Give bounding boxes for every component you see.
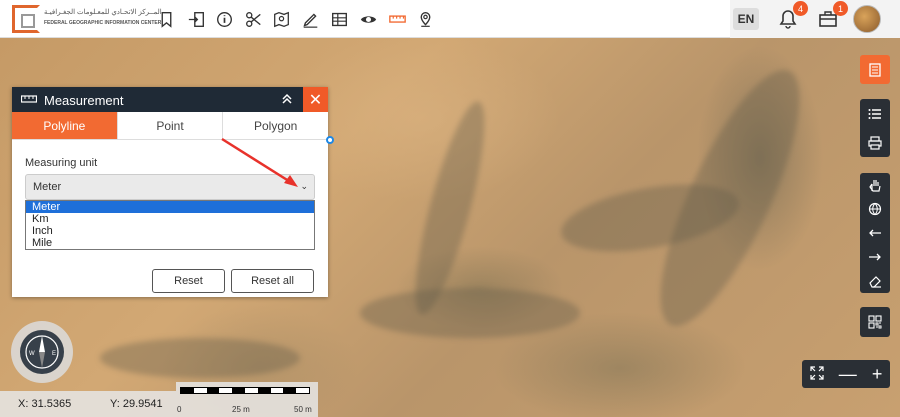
tab-polyline[interactable]: Polyline xyxy=(12,112,118,139)
report-tool xyxy=(860,55,890,84)
zoom-out-icon[interactable]: — xyxy=(839,364,857,385)
notifications-button[interactable]: 4 xyxy=(774,1,808,33)
pan-hand-icon[interactable] xyxy=(860,173,890,197)
measurement-panel-header: Measurement ✕ xyxy=(12,87,328,112)
annotation-arrow xyxy=(221,137,298,187)
avatar[interactable] xyxy=(853,5,881,33)
logo-english-text: FEDERAL GEOGRAPHIC INFORMATION CENTER xyxy=(44,20,162,26)
scale-bar-graphic xyxy=(180,387,310,394)
map-search-icon[interactable] xyxy=(270,8,292,30)
unit-dropdown-list: Meter Km Inch Mile xyxy=(25,200,315,250)
tab-point[interactable]: Point xyxy=(118,112,224,139)
measurement-panel: Measurement ✕ Polyline Point Polygon Mea… xyxy=(12,87,328,297)
bookmark-icon[interactable] xyxy=(155,8,177,30)
zoom-controls: — + xyxy=(802,360,890,388)
collapse-icon[interactable] xyxy=(280,92,294,106)
top-header: المــركز الاتحـادي للمعـلومات الجغـرافيـ… xyxy=(0,0,900,38)
layers-print-tools xyxy=(860,99,890,157)
globe-icon[interactable] xyxy=(860,197,890,221)
compass-icon: WE xyxy=(20,330,64,374)
inbox-badge: 1 xyxy=(833,1,848,16)
reset-button[interactable]: Reset xyxy=(152,269,225,293)
y-coordinate: Y: 29.9541 xyxy=(110,398,163,410)
coordinate-readout: X: 31.5365 Y: 29.9541 xyxy=(0,391,176,417)
report-icon[interactable] xyxy=(860,55,890,84)
logo-mark-icon xyxy=(12,5,40,33)
scale-tick-label: 25 m xyxy=(232,405,250,414)
eye-icon[interactable] xyxy=(357,8,379,30)
list-icon[interactable] xyxy=(860,99,890,128)
login-icon[interactable] xyxy=(185,8,207,30)
navigation-tools xyxy=(860,173,890,293)
notifications-badge: 4 xyxy=(793,1,808,16)
draw-icon[interactable] xyxy=(299,8,321,30)
ruler-icon xyxy=(21,95,37,103)
table-icon[interactable] xyxy=(328,8,350,30)
unit-option-meter[interactable]: Meter xyxy=(26,201,314,213)
measure-ruler-icon[interactable] xyxy=(386,8,408,30)
arrow-right-icon[interactable] xyxy=(860,245,890,269)
arrow-left-icon[interactable] xyxy=(860,221,890,245)
fullscreen-icon[interactable] xyxy=(809,364,824,385)
x-coordinate: X: 31.5365 xyxy=(18,398,72,410)
qr-code-icon[interactable] xyxy=(860,307,890,337)
panel-title: Measurement xyxy=(44,93,124,108)
close-button[interactable]: ✕ xyxy=(303,87,328,112)
selected-unit: Meter xyxy=(33,181,62,193)
eraser-icon[interactable] xyxy=(860,269,890,293)
reset-all-button[interactable]: Reset all xyxy=(231,269,314,293)
qr-tool xyxy=(860,307,890,337)
scissors-icon[interactable] xyxy=(242,8,264,30)
info-icon[interactable] xyxy=(213,8,235,30)
inbox-button[interactable]: 1 xyxy=(814,1,848,33)
unit-option-mile[interactable]: Mile xyxy=(26,237,314,249)
scale-bar: 0 25 m 50 m xyxy=(176,382,318,417)
svg-text:E: E xyxy=(52,351,56,357)
compass-widget[interactable]: WE xyxy=(11,321,73,383)
svg-text:W: W xyxy=(29,351,35,357)
unit-option-km[interactable]: Km xyxy=(26,213,314,225)
location-pin-icon[interactable] xyxy=(414,8,436,30)
scale-tick-label: 50 m xyxy=(294,405,312,414)
language-toggle[interactable]: EN xyxy=(733,8,759,30)
map-point-marker[interactable] xyxy=(326,136,334,144)
print-icon[interactable] xyxy=(860,128,890,157)
scale-tick-label: 0 xyxy=(177,405,182,414)
logo-arabic-text: المــركز الاتحـادي للمعـلومات الجغـرافيـ… xyxy=(44,9,162,16)
measuring-unit-label: Measuring unit xyxy=(25,157,98,169)
unit-option-inch[interactable]: Inch xyxy=(26,225,314,237)
zoom-in-icon[interactable]: + xyxy=(872,364,883,385)
fgic-logo[interactable]: المــركز الاتحـادي للمعـلومات الجغـرافيـ… xyxy=(12,5,162,33)
